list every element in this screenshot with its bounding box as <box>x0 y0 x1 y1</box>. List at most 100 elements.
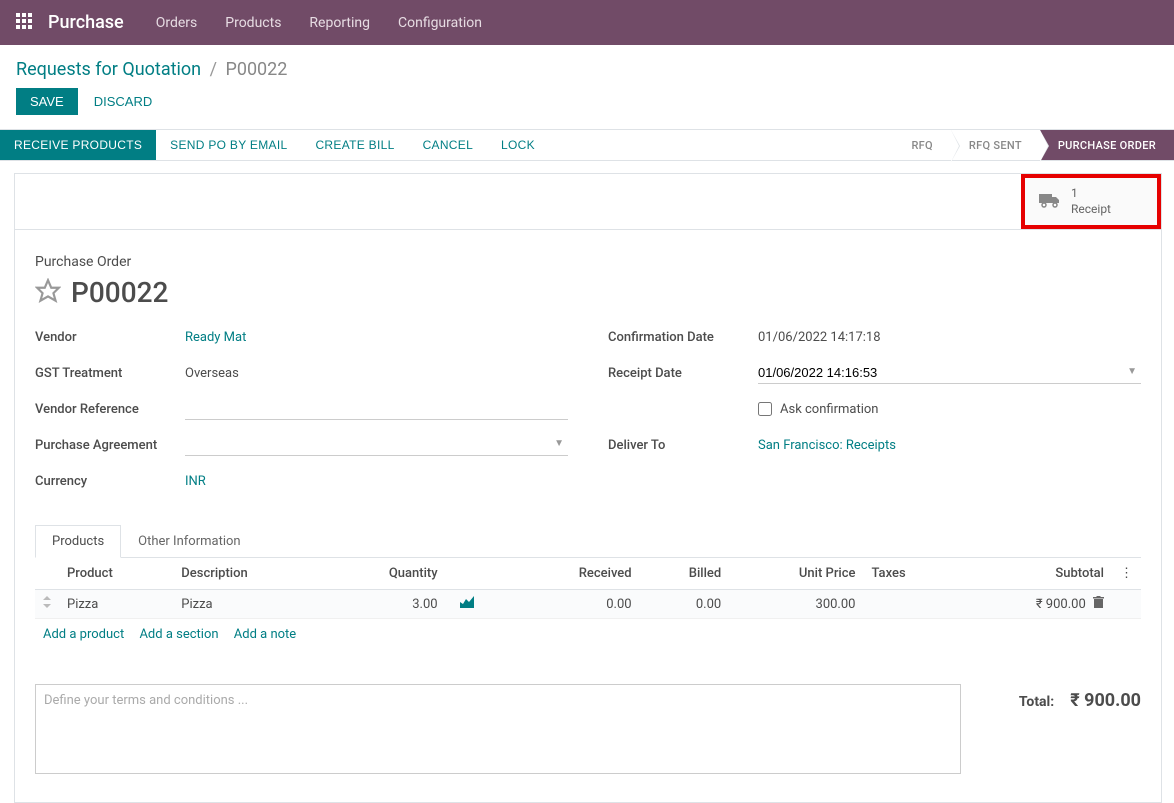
col-forecast <box>446 558 513 590</box>
col-taxes[interactable]: Taxes <box>863 558 956 590</box>
cell-unit-price[interactable]: 300.00 <box>729 590 863 619</box>
ask-confirmation-row[interactable]: Ask confirmation <box>758 402 1141 417</box>
nav-orders[interactable]: Orders <box>156 15 198 31</box>
receipt-stat-button[interactable]: 1 Receipt <box>1021 174 1161 229</box>
lock-button[interactable]: LOCK <box>487 138 549 152</box>
form-grid: Vendor Ready Mat GST Treatment Overseas … <box>35 325 1141 505</box>
cell-forecast[interactable] <box>446 590 513 619</box>
breadcrumb-bar: Requests for Quotation / P00022 <box>0 45 1174 88</box>
forecast-chart-icon[interactable] <box>460 597 474 612</box>
truck-icon <box>1039 192 1061 212</box>
stage-rfq-sent[interactable]: RFQ SENT <box>951 130 1040 160</box>
title-row: P00022 <box>35 276 1141 309</box>
stat-count: 1 <box>1071 186 1111 202</box>
status-bar: RECEIVE PRODUCTS SEND PO BY EMAIL CREATE… <box>0 129 1174 161</box>
tab-other-info[interactable]: Other Information <box>121 525 257 557</box>
agreement-input[interactable] <box>185 434 568 456</box>
sheet-body: Purchase Order P00022 Vendor Ready Mat G… <box>15 230 1161 802</box>
total-label: Total: <box>1019 694 1054 710</box>
order-number: P00022 <box>71 276 168 309</box>
tabs: Products Other Information <box>35 525 1141 558</box>
nav-products[interactable]: Products <box>225 15 281 31</box>
confirm-date-label: Confirmation Date <box>608 330 758 345</box>
col-handle <box>35 558 59 590</box>
col-description[interactable]: Description <box>173 558 325 590</box>
cell-product[interactable]: Pizza <box>59 590 173 619</box>
gst-value: Overseas <box>185 366 568 381</box>
col-billed[interactable]: Billed <box>640 558 730 590</box>
confirm-date-value: 01/06/2022 14:17:18 <box>758 330 1141 345</box>
stat-buttons: 1 Receipt <box>15 174 1161 230</box>
stage-purchase-order[interactable]: PURCHASE ORDER <box>1040 130 1174 160</box>
app-title[interactable]: Purchase <box>48 12 124 33</box>
totals: Total: ₹ 900.00 <box>981 684 1141 711</box>
vendor-value[interactable]: Ready Mat <box>185 330 568 345</box>
cell-billed[interactable]: 0.00 <box>640 590 730 619</box>
vendor-label: Vendor <box>35 330 185 345</box>
ask-confirmation-checkbox[interactable] <box>758 402 772 416</box>
terms-input[interactable] <box>35 684 961 774</box>
nav-reporting[interactable]: Reporting <box>309 15 370 31</box>
vendor-ref-input[interactable] <box>185 398 568 420</box>
form-col-right: Confirmation Date 01/06/2022 14:17:18 Re… <box>608 325 1141 505</box>
add-product-link[interactable]: Add a product <box>43 627 124 642</box>
bottom-section: Total: ₹ 900.00 <box>35 684 1141 778</box>
ask-confirmation-label: Ask confirmation <box>780 402 879 417</box>
form-col-left: Vendor Ready Mat GST Treatment Overseas … <box>35 325 568 505</box>
deliver-to-value[interactable]: San Francisco: Receipts <box>758 438 1141 453</box>
discard-button[interactable]: DISCARD <box>90 88 157 115</box>
gst-label: GST Treatment <box>35 366 185 381</box>
receipt-date-input[interactable] <box>758 362 1141 384</box>
form-sheet: 1 Receipt Purchase Order P00022 Vendor R… <box>14 173 1162 803</box>
col-product[interactable]: Product <box>59 558 173 590</box>
breadcrumb-current: P00022 <box>225 59 287 80</box>
cell-quantity[interactable]: 3.00 <box>326 590 446 619</box>
col-options-icon[interactable]: ⋮ <box>1112 558 1141 590</box>
tab-products[interactable]: Products <box>35 525 121 558</box>
title-section: Purchase Order P00022 <box>35 254 1141 309</box>
status-left: RECEIVE PRODUCTS SEND PO BY EMAIL CREATE… <box>0 130 549 160</box>
add-note-link[interactable]: Add a note <box>234 627 296 642</box>
create-bill-button[interactable]: CREATE BILL <box>301 138 408 152</box>
drag-handle-icon[interactable] <box>35 590 59 619</box>
breadcrumb-parent[interactable]: Requests for Quotation <box>16 59 201 80</box>
stat-label: Receipt <box>1071 202 1111 218</box>
add-section-link[interactable]: Add a section <box>139 627 218 642</box>
cell-subtotal: ₹ 900.00 <box>956 590 1112 619</box>
add-links: Add a product Add a section Add a note <box>35 619 1141 650</box>
total-value: ₹ 900.00 <box>1070 690 1141 711</box>
cell-taxes[interactable] <box>863 590 956 619</box>
action-buttons: SAVE DISCARD <box>0 88 1174 129</box>
title-label: Purchase Order <box>35 254 1141 270</box>
vendor-ref-label: Vendor Reference <box>35 402 185 417</box>
cell-received[interactable]: 0.00 <box>512 590 639 619</box>
stat-text: 1 Receipt <box>1071 186 1111 217</box>
favorite-star-icon[interactable] <box>35 278 61 308</box>
receive-products-button[interactable]: RECEIVE PRODUCTS <box>0 130 156 160</box>
col-unit-price[interactable]: Unit Price <box>729 558 863 590</box>
currency-value[interactable]: INR <box>185 474 568 489</box>
currency-label: Currency <box>35 474 185 489</box>
nav-menu: Orders Products Reporting Configuration <box>156 15 482 31</box>
order-lines-table: Product Description Quantity Received Bi… <box>35 558 1141 619</box>
top-nav: Purchase Orders Products Reporting Confi… <box>0 0 1174 45</box>
breadcrumb-sep: / <box>210 59 217 80</box>
breadcrumb: Requests for Quotation / P00022 <box>16 59 1158 80</box>
col-subtotal[interactable]: Subtotal <box>956 558 1112 590</box>
delete-row-icon[interactable] <box>1093 597 1104 612</box>
cancel-button[interactable]: CANCEL <box>409 138 487 152</box>
table-row[interactable]: Pizza Pizza 3.00 0.00 0.00 300.00 ₹ 900.… <box>35 590 1141 619</box>
terms-box <box>35 684 961 778</box>
cell-empty <box>1112 590 1141 619</box>
save-button[interactable]: SAVE <box>16 88 78 115</box>
receipt-date-label: Receipt Date <box>608 366 758 381</box>
send-po-button[interactable]: SEND PO BY EMAIL <box>156 138 301 152</box>
col-received[interactable]: Received <box>512 558 639 590</box>
apps-icon[interactable] <box>16 13 32 33</box>
nav-configuration[interactable]: Configuration <box>398 15 482 31</box>
cell-description[interactable]: Pizza <box>173 590 325 619</box>
agreement-label: Purchase Agreement <box>35 438 185 453</box>
col-quantity[interactable]: Quantity <box>326 558 446 590</box>
stage-rfq[interactable]: RFQ <box>893 130 950 160</box>
stage-indicator: RFQ RFQ SENT PURCHASE ORDER <box>893 130 1174 160</box>
